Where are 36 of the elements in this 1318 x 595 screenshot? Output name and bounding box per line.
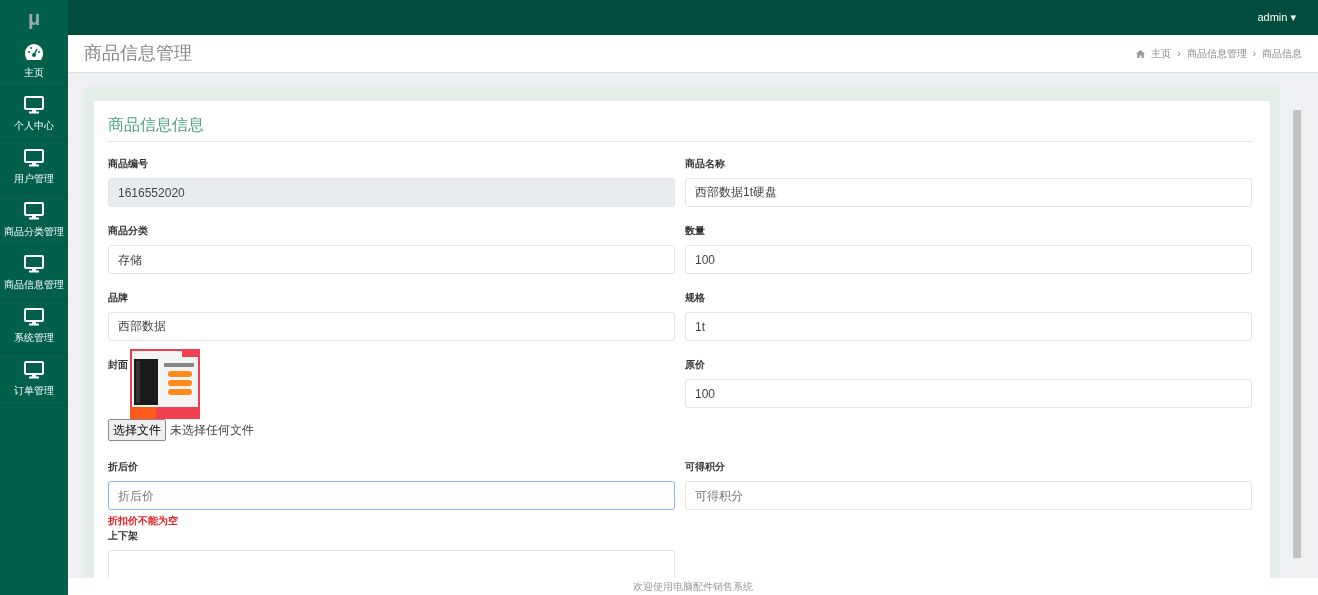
error-message: 折扣价不能为空 xyxy=(108,514,179,528)
breadcrumb-separator: › xyxy=(1252,47,1256,61)
input-field[interactable]: 西部数据 xyxy=(108,312,675,341)
breadcrumb-separator: › xyxy=(1177,47,1181,61)
field-label: 可得积分 xyxy=(685,460,726,474)
field-label: 封面 xyxy=(108,358,128,372)
field-label: 原价 xyxy=(685,358,706,372)
breadcrumb-link[interactable]: 主页 xyxy=(1151,46,1172,61)
input-field[interactable]: 1t xyxy=(685,312,1252,341)
file-status: 未选择任何文件 xyxy=(170,422,254,439)
field-label: 上下架 xyxy=(108,529,139,543)
page-title: 商品信息管理 xyxy=(84,42,192,65)
monitor-icon xyxy=(24,95,44,114)
monitor-icon xyxy=(24,307,44,326)
choose-file-button[interactable]: 选择文件 xyxy=(108,419,166,441)
input-field[interactable]: 西部数据1t硬盘 xyxy=(685,178,1252,207)
input-field[interactable]: 折后价 xyxy=(108,481,675,510)
monitor-icon xyxy=(24,201,44,220)
select-field[interactable]: 存储 xyxy=(108,245,675,274)
dashboard-icon xyxy=(24,42,44,61)
monitor-icon xyxy=(24,360,44,379)
monitor-icon xyxy=(24,148,44,167)
breadcrumb-link[interactable]: 商品信息管理 xyxy=(1186,46,1247,61)
user-menu[interactable]: admin ▾ xyxy=(1257,9,1296,26)
breadcrumb-link[interactable]: 商品信息 xyxy=(1262,46,1302,61)
field-label: 商品编号 xyxy=(108,157,149,171)
input-field[interactable]: 100 xyxy=(685,245,1252,274)
field-label: 商品名称 xyxy=(685,157,726,171)
monitor-icon xyxy=(24,254,44,273)
field-label: 品牌 xyxy=(108,291,129,305)
field-label: 商品分类 xyxy=(108,224,149,238)
field-label: 折后价 xyxy=(108,460,139,474)
field-label: 规格 xyxy=(685,291,706,305)
field-label: 数量 xyxy=(685,224,706,238)
input-field[interactable]: 100 xyxy=(685,379,1252,408)
form-title: 商品信息信息 xyxy=(108,113,1252,142)
